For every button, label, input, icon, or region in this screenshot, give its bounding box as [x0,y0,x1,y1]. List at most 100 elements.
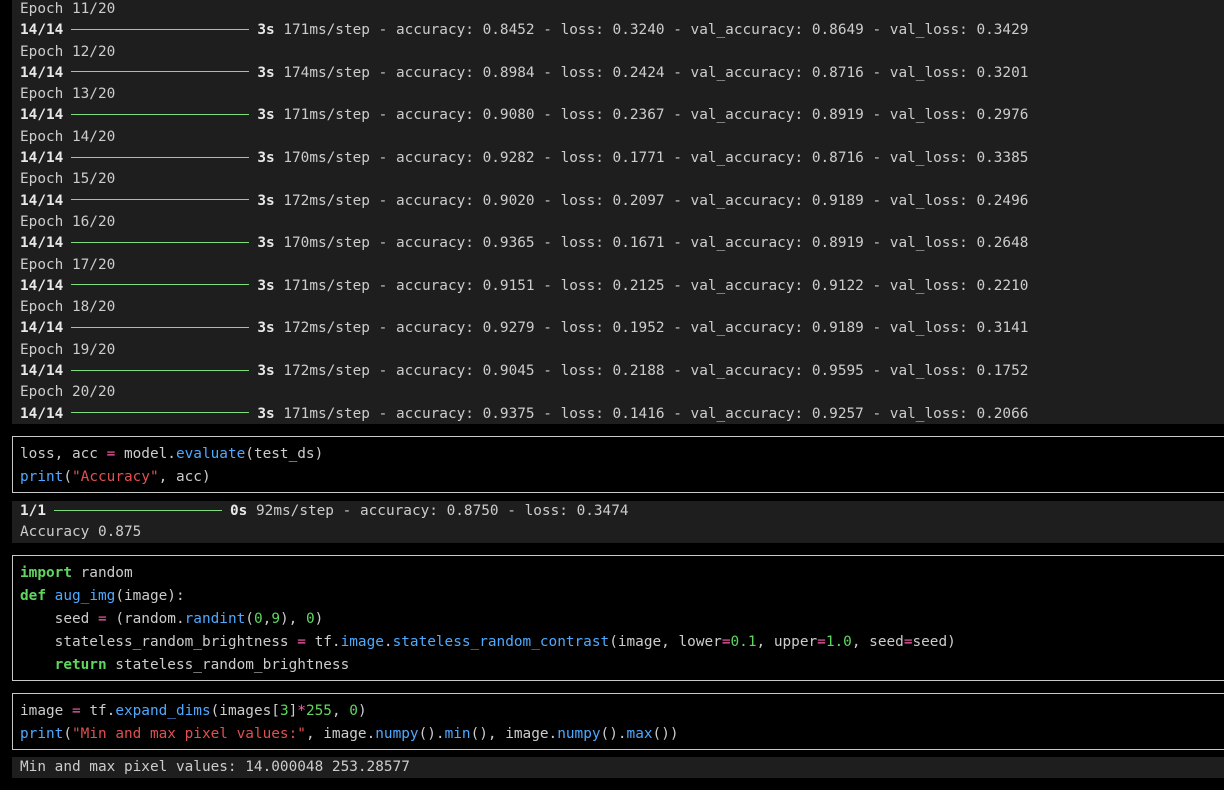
metrics-text: 92ms/step - accuracy: 0.8750 - loss: 0.3… [256,503,629,519]
code-text: tf. [80,703,116,719]
step-count: 14/14 [20,22,64,39]
code-text: stateless_random_brightness [106,657,350,673]
code-line: print("Accuracy", acc) [20,466,1224,489]
keyword: import [20,565,72,581]
code-cell-aug-img[interactable]: import random def aug_img(image): seed =… [12,555,1224,681]
minmax-output: Min and max pixel values: 14.000048 253.… [12,757,1224,778]
code-text: model. [115,446,176,462]
elapsed-time: 3s [257,320,275,337]
code-text: (). [600,726,627,742]
elapsed-time: 3s [257,192,275,209]
epoch-header: Epoch 19/20 [20,341,116,358]
code-text: (image): [115,588,185,604]
operator: = [721,634,731,650]
epoch-header: Epoch 14/20 [20,128,116,145]
evaluate-output: 1/1 0s 92ms/step - accuracy: 0.8750 - los… [12,501,1224,543]
code-line: print("Min and max pixel values:", image… [20,723,1224,746]
code-text: ( [245,611,254,627]
string-literal: "Accuracy" [72,469,159,485]
step-count: 14/14 [20,405,64,422]
metrics-text: 172ms/step - accuracy: 0.9045 - loss: 0.… [283,363,1029,380]
operator: * [297,703,306,719]
epoch-header: Epoch 20/20 [20,384,116,401]
code-text: image [20,703,72,719]
result-line: Accuracy 0.875 [20,524,142,541]
operator: = [297,634,306,650]
progress-line: 14/14 3s 171ms/step - accuracy: 0.8452 - … [20,20,1224,41]
code-text: (random. [106,611,185,627]
function-name: expand_dims [115,703,211,719]
code-text: ) [357,703,367,719]
progress-bar [71,412,250,414]
number-literal: 1.0 [825,634,852,650]
number-literal: 0 [305,611,315,627]
step-count: 14/14 [20,150,64,167]
progress-line: 14/14 3s 171ms/step - accuracy: 0.9151 - … [20,276,1224,297]
step-count: 14/14 [20,192,64,209]
epoch-header: Epoch 11/20 [20,1,116,17]
code-text: ( [63,726,72,742]
code-text: , seed [851,634,904,650]
function-name: min [444,726,471,742]
function-name: evaluate [175,446,246,462]
function-name: numpy [557,726,601,742]
metrics-text: 170ms/step - accuracy: 0.9365 - loss: 0.… [283,235,1029,252]
progress-bar [71,369,250,371]
keyword: return [54,657,107,673]
step-count: 14/14 [20,107,64,124]
progress-line: 14/14 3s 172ms/step - accuracy: 0.9045 - … [20,361,1224,382]
string-literal: "Min and max pixel values:" [72,726,306,742]
code-line: stateless_random_brightness = tf.image.s… [20,631,1224,654]
function-name: stateless_random_contrast [392,634,610,650]
progress-bar [54,509,222,511]
code-cell-evaluate[interactable]: loss, acc = model.evaluate(test_ds) prin… [12,436,1224,493]
code-cell-expand-dims[interactable]: image = tf.expand_dims(images[3]*255, 0)… [12,693,1224,750]
number-literal: 3 [279,703,289,719]
progress-line: 14/14 3s 172ms/step - accuracy: 0.9279 - … [20,318,1224,339]
metrics-text: 171ms/step - accuracy: 0.9080 - loss: 0.… [283,107,1029,124]
operator: = [817,634,826,650]
epoch-header: Epoch 16/20 [20,213,116,230]
metrics-text: 172ms/step - accuracy: 0.9020 - loss: 0.… [283,192,1029,209]
progress-line: 14/14 3s 170ms/step - accuracy: 0.9365 - … [20,233,1224,254]
progress-bar [71,199,250,201]
metrics-text: 171ms/step - accuracy: 0.9151 - loss: 0.… [283,277,1029,294]
elapsed-time: 3s [257,150,275,167]
code-text: ) [314,611,324,627]
number-literal: 0.1 [730,634,757,650]
step-count: 14/14 [20,64,64,81]
progress-bar [71,241,250,243]
elapsed-time: 3s [257,363,275,380]
code-text: ), [279,611,306,627]
progress-line: 14/14 3s 174ms/step - accuracy: 0.8984 - … [20,63,1224,84]
code-text: , [331,703,350,719]
number-literal: 255 [305,703,332,719]
elapsed-time: 3s [257,235,275,252]
code-text: (), image. [470,726,558,742]
code-text: , acc) [158,469,211,485]
progress-bar [71,326,250,328]
elapsed-time: 3s [257,405,275,422]
code-text: (test_ds) [245,446,324,462]
metrics-text: 172ms/step - accuracy: 0.9279 - loss: 0.… [283,320,1029,337]
elapsed-time: 3s [257,107,275,124]
code-line: import random [20,562,1224,585]
code-text: stateless_random_brightness [20,634,298,650]
code-text: (). [418,726,445,742]
code-text: random [71,565,133,581]
function-name: print [20,726,64,742]
step-count: 14/14 [20,235,64,252]
number-literal: 9 [271,611,280,627]
metrics-text: 174ms/step - accuracy: 0.8984 - loss: 0.… [283,64,1029,81]
function-name: numpy [375,726,419,742]
function-name: aug_img [54,588,116,604]
code-line: return stateless_random_brightness [20,654,1224,677]
step-count: 14/14 [20,277,64,294]
function-name: image [340,634,384,650]
progress-line: 14/14 3s 171ms/step - accuracy: 0.9375 - … [20,404,1224,425]
function-name: print [20,469,64,485]
elapsed-time: 3s [257,22,275,39]
code-text: ()) [652,726,679,742]
code-text: (image, lower [609,634,722,650]
